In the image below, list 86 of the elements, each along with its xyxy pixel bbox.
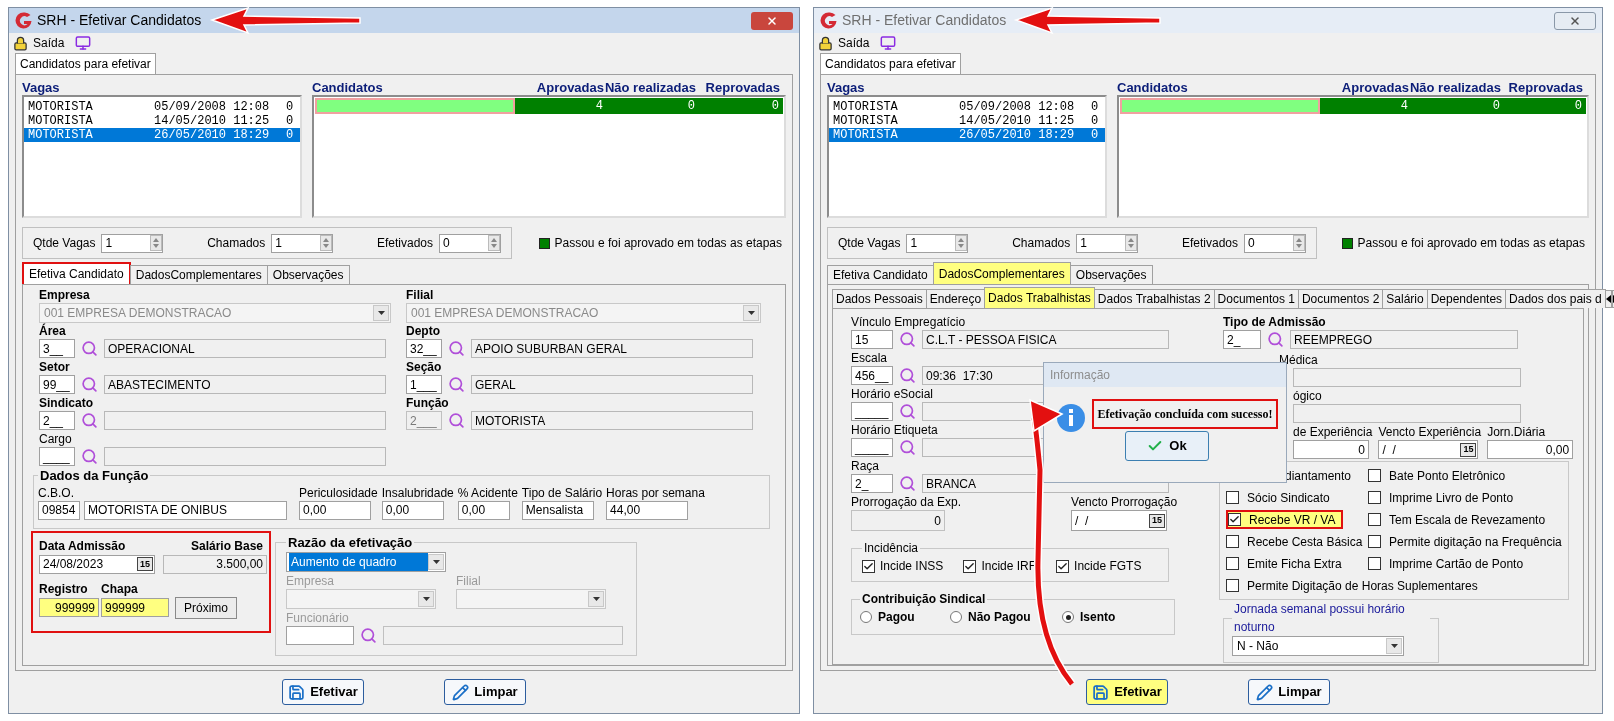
list-cell-text: 0 — [1091, 99, 1099, 115]
field-label: Periculosidade — [299, 485, 378, 501]
field-label: ógico — [1292, 389, 1323, 404]
field-label: Qtde Vagas — [33, 235, 96, 251]
field-label: Vínculo Empregatício — [851, 315, 967, 330]
field-label: Vencto Experiência — [1378, 425, 1482, 440]
list-cell-text: 26/05/2010 18:29 — [154, 127, 271, 144]
list-cell-text: 14/05/2010 11:25 — [154, 113, 271, 129]
table-cell: 0 — [699, 98, 783, 114]
field-label: Cargo — [39, 432, 73, 447]
list-cell-text: MOTORISTA — [833, 99, 899, 115]
column-header: Aprovadas — [535, 79, 604, 95]
field-label: Setor — [39, 360, 71, 375]
field-label: Depto — [406, 324, 441, 339]
table-cell: 0 — [1412, 98, 1504, 114]
list-cell-text: 05/09/2008 12:08 — [154, 99, 271, 115]
column-header: Candidatos — [312, 79, 384, 95]
group-title: Razão da efetivação — [287, 533, 414, 552]
list-cell-text: 14/05/2010 11:25 — [959, 113, 1076, 129]
field-label: Escala — [851, 351, 889, 366]
column-header: Não realizadas — [604, 79, 696, 95]
field-label: Horário eSocial — [851, 387, 935, 402]
field-label: Horário Etiqueta — [851, 423, 939, 438]
field-label: Chapa — [101, 581, 138, 597]
column-header: Reprovadas — [704, 79, 781, 95]
field-label: C.B.O. — [38, 485, 75, 501]
field-label: de Experiência — [1293, 425, 1373, 440]
column-header: Aprovadas — [1340, 79, 1409, 95]
column-header: Reprovadas — [1507, 79, 1584, 95]
field-label: Chamados — [1012, 235, 1071, 251]
window-title: SRH - Efetivar Candidatos — [37, 11, 202, 30]
table-cell: 0 — [1504, 98, 1586, 114]
list-cell-text: 05/09/2008 12:08 — [959, 99, 1076, 115]
field-label: % Acidente — [457, 485, 518, 501]
legend-label: Passou e foi aprovado em todas as etapas — [1357, 235, 1585, 252]
list-cell-text: 0 — [1091, 127, 1099, 144]
list-cell-text: MOTORISTA — [833, 127, 899, 144]
field-label: Empresa — [39, 288, 91, 303]
field-label: Raça — [851, 459, 880, 474]
field-label: Tipo de Admissão — [1223, 315, 1327, 330]
list-cell-text: 26/05/2010 18:29 — [959, 127, 1076, 144]
table-cell: 4 — [515, 98, 607, 114]
field-label: Área — [39, 324, 67, 339]
field-label: Empresa — [286, 574, 336, 589]
field-label: Seção — [406, 360, 443, 375]
field-label: Efetivados — [1181, 235, 1238, 251]
group-title: Dados da Função — [39, 467, 150, 485]
dialog-message: Efetivação concluída com sucesso! — [1091, 399, 1279, 429]
field-label: Funcionário — [286, 611, 350, 626]
group-title: Incidência — [863, 540, 920, 557]
group-title: Jornada semanal possui horário noturno — [1233, 601, 1406, 636]
field-label: Chamados — [207, 235, 266, 251]
field-label: Insalubridade — [381, 485, 454, 501]
list-cell-text: 0 — [286, 99, 294, 115]
column-header: Não realizadas — [1409, 79, 1501, 95]
list-title: Vagas — [827, 79, 866, 95]
field-label: Tipo de Salário — [521, 485, 603, 501]
field-label: Salário Base — [190, 538, 263, 554]
field-label: Filial — [406, 288, 435, 303]
group-title: Contribuição Sindical — [861, 591, 987, 608]
list-cell-text: 0 — [1091, 113, 1099, 129]
field-label: Sindicato — [39, 396, 94, 411]
legend-label: Passou e foi aprovado em todas as etapas — [554, 235, 782, 252]
field-label: Médica — [1278, 353, 1319, 368]
field-label: Registro — [39, 581, 88, 597]
field-label: Efetivados — [376, 235, 433, 251]
list-title: Vagas — [22, 79, 61, 95]
field-label: Prorrogação da Exp. — [851, 495, 962, 510]
window-title: SRH - Efetivar Candidatos — [842, 11, 1007, 30]
field-label: Horas por semana — [606, 485, 705, 501]
list-cell-text: 0 — [286, 113, 294, 129]
table-cell: 0 — [607, 98, 699, 114]
field-label: Jorn.Diária — [1487, 425, 1547, 440]
list-cell-text: MOTORISTA — [28, 113, 94, 129]
field-label: Filial — [456, 574, 482, 589]
list-cell-text: 0 — [286, 127, 294, 144]
field-label: Qtde Vagas — [838, 235, 901, 251]
list-cell-text: MOTORISTA — [28, 127, 94, 144]
field-label: Data Admissão — [39, 538, 126, 554]
column-header: Candidatos — [1117, 79, 1189, 95]
field-label: Função — [406, 396, 450, 411]
list-cell-text: MOTORISTA — [833, 113, 899, 129]
list-cell-text: MOTORISTA — [28, 99, 94, 115]
field-label: Vencto Prorrogação — [1071, 495, 1178, 510]
dialog-title: Informação — [1050, 367, 1111, 384]
table-cell: 4 — [1320, 98, 1412, 114]
